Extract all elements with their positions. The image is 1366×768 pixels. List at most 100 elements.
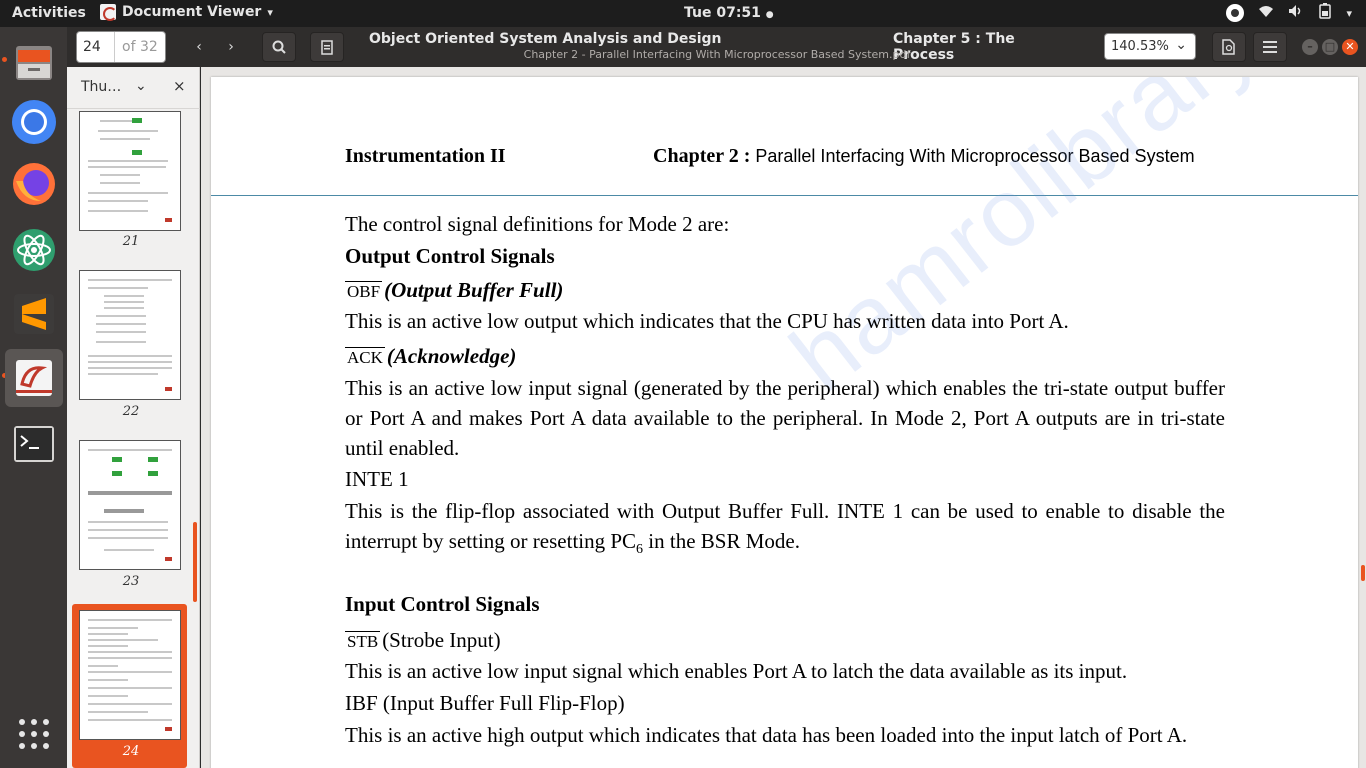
clock-label: Tue 07:51 [684,5,761,21]
clock[interactable]: Tue 07:51 ● [684,5,774,21]
stb-title: (Strobe Input) [382,628,501,652]
terminal-icon [14,426,54,462]
maximize-button[interactable]: □ [1322,39,1338,55]
input-signals-heading: Input Control Signals [345,592,540,616]
page-thumbnail[interactable] [79,111,181,231]
top-bar: Activities Document Viewer ▾ Tue 07:51 ●… [0,0,1366,27]
inte-heading: INTE 1 [345,467,409,491]
page-total-label: of 32 [122,39,158,55]
sublime-text-icon [14,294,54,334]
close-icon: ✕ [1345,40,1355,53]
page-thumbnail[interactable] [79,270,181,400]
sidebar-scrollbar[interactable] [193,522,197,602]
thumbnail-sidebar: Thu… ⌄ × 21 22 23 24 [67,67,200,768]
document-filename: Chapter 2 - Parallel Interfacing With Mi… [523,48,911,61]
page-header-chapter: Chapter 2 : [653,145,751,167]
document-viewer-app[interactable] [5,349,63,407]
ack-signal: ACK [345,347,385,367]
zoom-select[interactable]: 140.53% ⌄ [1104,33,1196,60]
page-number-input[interactable]: 24 [77,32,115,62]
show-applications-button[interactable] [5,705,63,763]
document-viewer-icon [100,4,117,21]
obf-heading: OBF (Output Buffer Full) [345,275,563,307]
obf-description: This is an active low output which indic… [345,309,1069,333]
volume-icon[interactable] [1288,4,1304,22]
document-view[interactable]: Instrumentation II Chapter 2 : Parallel … [201,67,1366,768]
header-rule [211,195,1358,196]
inte-description-end: in the BSR Mode. [643,529,800,553]
system-menu-arrow-icon[interactable]: ▾ [1346,7,1352,20]
inte-description: This is the flip-flop associated with Ou… [345,496,1225,565]
zoom-value: 140.53% [1111,39,1169,54]
page-thumbnail[interactable] [79,440,181,570]
obf-title: (Output Buffer Full) [384,278,564,302]
firefox-icon [13,163,55,205]
activities-button[interactable]: Activities [12,5,86,21]
notification-dot: ● [765,10,774,20]
print-button[interactable] [1212,32,1246,62]
chrome-icon [12,100,56,144]
document-search-icon [1222,39,1235,55]
apps-grid-icon [19,719,49,749]
page-thumbnail-current[interactable] [79,610,181,740]
annotations-button[interactable] [310,32,344,62]
obf-signal: OBF [345,281,383,301]
atom-icon [13,229,55,271]
intro-text: The control signal definitions for Mode … [345,212,730,236]
ack-description: This is an active low input signal (gene… [345,376,1225,460]
search-button[interactable] [262,32,296,62]
hamburger-icon [1263,41,1277,53]
minimize-icon: – [1307,40,1313,53]
chrome-app[interactable] [5,93,63,151]
wifi-icon[interactable] [1258,4,1274,22]
ack-heading: ACK (Acknowledge) [345,341,516,373]
output-signals-heading: Output Control Signals [345,244,555,268]
page-number-field[interactable]: 24 of 32 [76,31,166,63]
dock [0,27,67,768]
stb-description: This is an active low input signal which… [345,659,1128,683]
close-button[interactable]: ✕ [1342,39,1358,55]
thumbnail-page-number: 21 [122,234,140,249]
app-menu-label: Document Viewer [122,4,262,20]
maximize-icon: □ [1324,40,1336,53]
close-icon[interactable]: × [173,77,186,95]
minimize-button[interactable]: – [1302,39,1318,55]
search-icon [272,40,286,54]
firefox-app[interactable] [5,155,63,213]
terminal-app[interactable] [5,415,63,473]
chevron-down-icon: ⌄ [1175,37,1187,53]
app-menu[interactable]: Document Viewer ▾ [100,4,273,21]
thumbnail-page-number: 23 [122,574,140,589]
chevron-right-icon: › [228,39,234,55]
header-bar: 24 of 32 ‹ › Object Oriented System Anal… [67,27,1366,67]
files-app[interactable] [5,33,63,91]
file-cabinet-icon [16,46,52,80]
update-icon[interactable] [1226,4,1245,22]
stb-signal: STB [345,631,381,651]
next-page-button[interactable]: › [216,32,246,62]
previous-page-button[interactable]: ‹ [184,32,214,62]
document-page: Instrumentation II Chapter 2 : Parallel … [211,77,1358,768]
ack-title: (Acknowledge) [386,344,517,368]
title-left: Object Oriented System Analysis and Desi… [369,31,722,47]
ibf-heading: IBF (Input Buffer Full Flip-Flop) [345,691,625,715]
chevron-down-icon[interactable]: ⌄ [135,78,147,94]
watermark: hamrolibrary.ecoenotes.edu.np [771,77,1358,414]
sidebar-header: Thu… ⌄ × [67,67,200,109]
document-viewer-icon [16,360,52,396]
chevron-left-icon: ‹ [196,39,202,55]
menu-button[interactable] [1253,32,1287,62]
sidebar-mode-label[interactable]: Thu… [81,79,121,95]
battery-icon[interactable] [1318,3,1332,23]
chevron-down-icon: ▾ [267,5,273,19]
clipboard-icon [321,40,333,55]
system-tray[interactable]: ▾ [1226,3,1352,23]
thumbnail-page-number: 22 [122,404,140,419]
ibf-description: This is an active high output which indi… [345,723,1188,747]
inte-subscript: 6 [636,542,644,558]
stb-heading: STB (Strobe Input) [345,625,501,657]
page-header-left: Instrumentation II [345,145,506,167]
document-scrollbar[interactable] [1361,565,1365,581]
sublime-app[interactable] [5,285,63,343]
atom-app[interactable] [5,221,63,279]
